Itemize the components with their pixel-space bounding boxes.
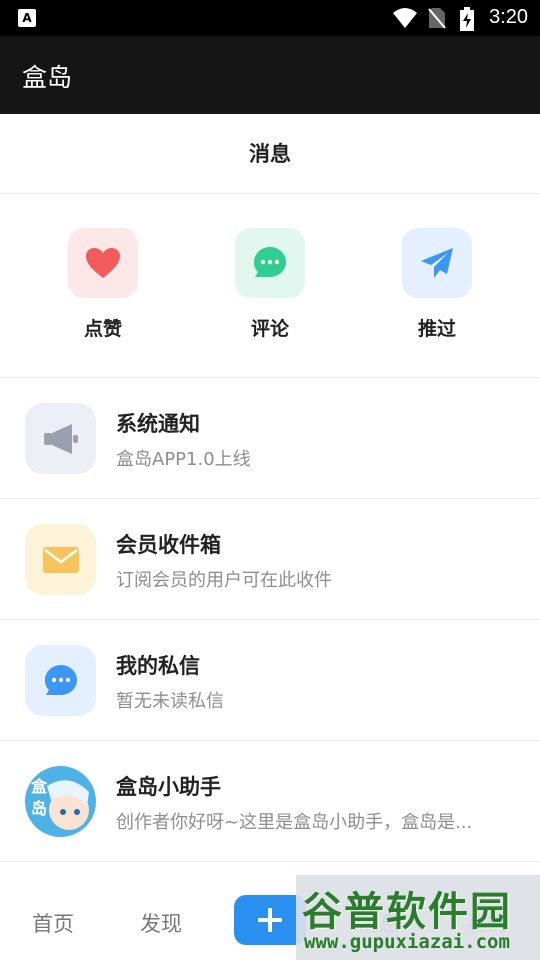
- app-notification-icon: A: [18, 9, 36, 27]
- no-sim-icon: [428, 7, 446, 33]
- quick-actions: 点赞 评论 推过: [0, 194, 540, 378]
- message-icon: [25, 645, 96, 716]
- watermark-url: www.gupuxiazai.com: [304, 931, 510, 953]
- list-item-subtitle: 盒岛APP1.0上线: [116, 449, 251, 470]
- page-title: 消息: [249, 142, 291, 166]
- svg-text:岛: 岛: [31, 799, 47, 818]
- pushed-action[interactable]: 推过: [377, 228, 497, 341]
- page-header: 消息: [0, 114, 540, 194]
- list-item-title: 我的私信: [116, 654, 200, 678]
- svg-text:盒: 盒: [31, 777, 48, 796]
- heart-icon: [68, 228, 138, 298]
- envelope-icon: [25, 524, 96, 595]
- list-item-assistant[interactable]: 盒岛 盒岛小助手 创作者你好呀~这里是盒岛小助手，盒岛是...: [0, 741, 540, 862]
- plus-icon: [258, 908, 282, 932]
- status-bar: A 3:20: [0, 0, 540, 36]
- comments-label: 评论: [250, 318, 289, 340]
- watermark: 谷普软件园 www.gupuxiazai.com: [296, 875, 540, 960]
- paper-plane-icon: [402, 228, 472, 298]
- nav-home[interactable]: 首页: [32, 908, 74, 938]
- list-item-member-inbox[interactable]: 会员收件箱 订阅会员的用户可在此收件: [0, 499, 540, 620]
- list-item-system-notice[interactable]: 系统通知 盒岛APP1.0上线: [0, 378, 540, 499]
- list-item-subtitle: 创作者你好呀~这里是盒岛小助手，盒岛是...: [116, 812, 473, 833]
- likes-label: 点赞: [83, 318, 122, 340]
- app-title: 盒岛: [22, 63, 73, 92]
- status-time: 3:20: [489, 6, 528, 28]
- wifi-icon: [392, 7, 418, 33]
- assistant-avatar: 盒岛: [25, 766, 96, 837]
- pushed-label: 推过: [417, 318, 456, 340]
- message-list: 系统通知 盒岛APP1.0上线 会员收件箱 订阅会员的用户可在此收件 我的私信 …: [0, 378, 540, 862]
- chat-bubble-icon: [235, 228, 305, 298]
- likes-action[interactable]: 点赞: [43, 228, 163, 341]
- comments-action[interactable]: 评论: [210, 228, 330, 341]
- battery-charging-icon: [460, 7, 474, 35]
- megaphone-icon: [25, 403, 96, 474]
- list-item-title: 会员收件箱: [116, 533, 221, 557]
- list-item-subtitle: 暂无未读私信: [116, 691, 224, 712]
- list-item-title: 系统通知: [116, 412, 200, 436]
- nav-discover[interactable]: 发现: [140, 908, 182, 938]
- app-bar: 盒岛: [0, 36, 540, 114]
- list-item-private-messages[interactable]: 我的私信 暂无未读私信: [0, 620, 540, 741]
- list-item-title: 盒岛小助手: [116, 775, 221, 799]
- watermark-title: 谷普软件园: [302, 889, 512, 935]
- list-item-subtitle: 订阅会员的用户可在此收件: [116, 570, 332, 591]
